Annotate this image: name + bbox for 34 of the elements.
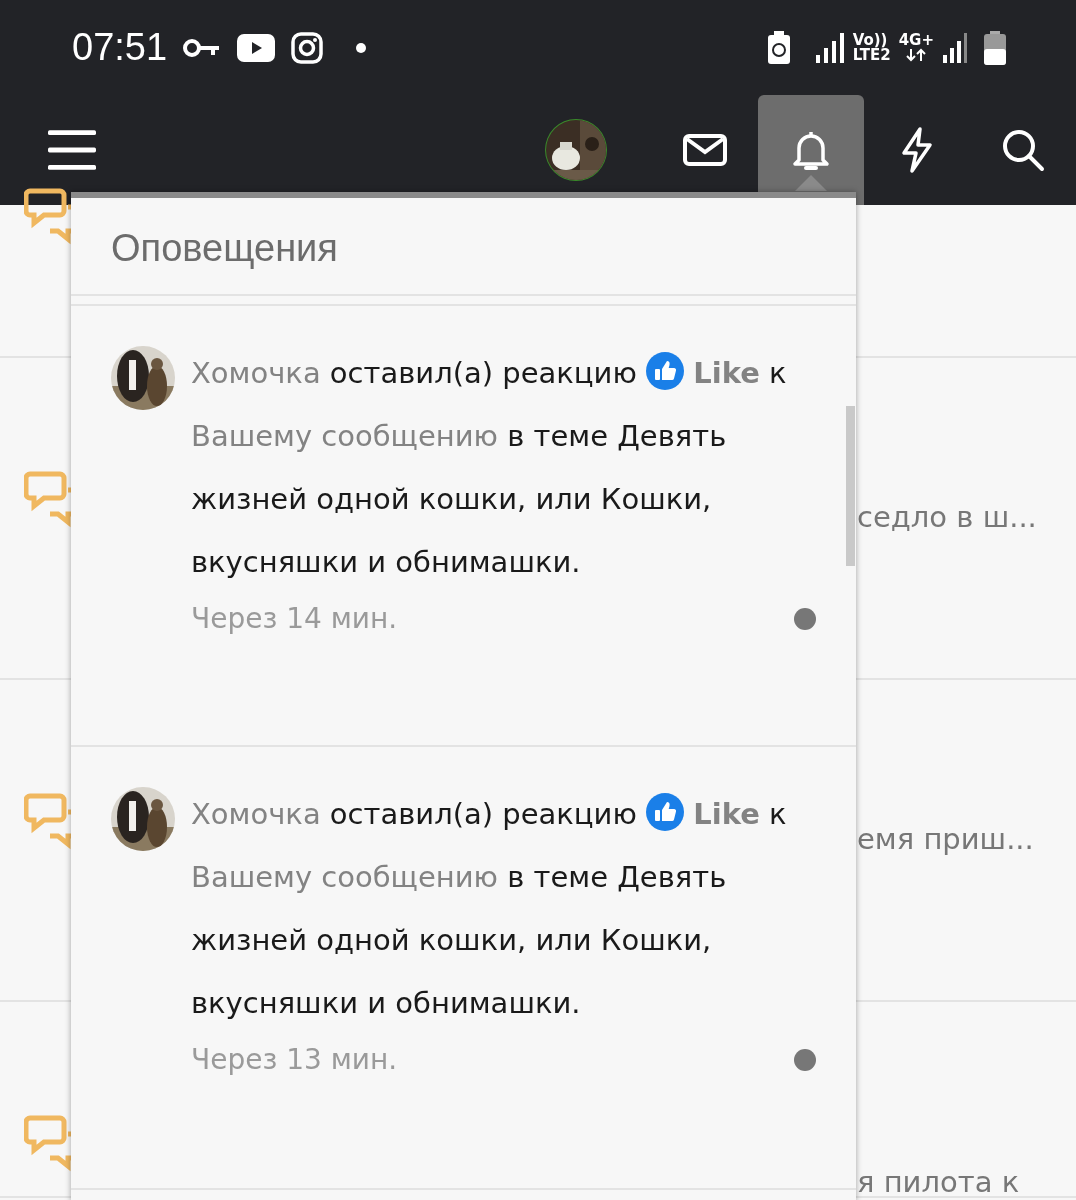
data-arrows-icon <box>905 48 928 62</box>
thread-snippet: я пилота к <box>857 1163 1020 1200</box>
user-link[interactable]: Хомочка <box>191 796 321 831</box>
thumbs-up-icon <box>646 351 685 390</box>
alerts-button[interactable] <box>758 95 864 205</box>
volte-label: Vo)) <box>852 32 888 48</box>
camera-icon <box>291 31 324 64</box>
envelope-icon <box>683 134 727 166</box>
clock-time: 07:51 <box>72 25 168 70</box>
notification-text: Хомочка оставил(а) реакцию Like к Вашему сообщению в теме Девять жизней одной кошки, или Кошки, вкусняшки и обнимашки. <box>191 341 816 594</box>
unread-dot[interactable] <box>794 607 816 630</box>
unread-dot[interactable] <box>794 1048 816 1071</box>
user-link[interactable]: Хомочка <box>191 355 321 390</box>
network-label: 4G+ <box>898 33 934 48</box>
time-label: Через 13 мин. <box>191 1041 398 1078</box>
key-icon <box>183 36 222 59</box>
scrollbar[interactable] <box>846 406 855 566</box>
lightning-icon <box>900 127 934 173</box>
thumbs-up-icon <box>646 792 685 831</box>
search-icon <box>1001 128 1045 172</box>
signal-icon <box>814 32 845 63</box>
lte-label: LTE2 <box>852 47 891 63</box>
message-link[interactable]: Вашему сообщению <box>191 859 498 894</box>
notification-text: Хомочка оставил(а) реакцию Like к Вашему сообщению в теме Девять жизней одной кошки, или Кошки, вкусняшки и обнимашки. <box>191 782 816 1035</box>
battery-icon <box>984 30 1006 65</box>
signal-icon <box>942 32 968 63</box>
video-play-icon <box>237 33 276 62</box>
thread-snippet: седло в ш... <box>857 499 1037 537</box>
thread-snippet: емя приш... <box>857 821 1034 859</box>
time-label: Через 14 мин. <box>191 600 398 637</box>
message-link[interactable]: Вашему сообщению <box>191 418 498 453</box>
panel-title: Оповещения <box>71 198 856 296</box>
dot-icon <box>355 41 368 54</box>
battery-saver-icon <box>766 30 791 65</box>
